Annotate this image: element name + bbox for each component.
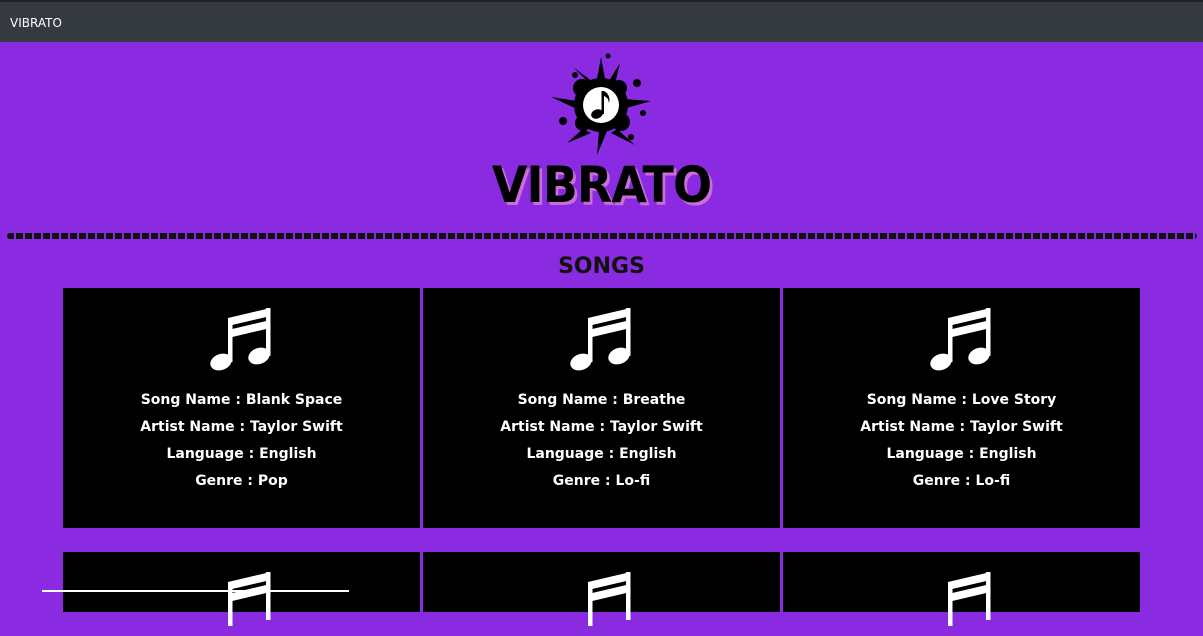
song-card[interactable] bbox=[423, 552, 780, 626]
brand-title: VIBRATO bbox=[491, 156, 712, 214]
song-genre: Genre : Pop bbox=[195, 473, 288, 489]
song-name: Song Name : Love Story bbox=[866, 392, 1057, 408]
song-name: Song Name : Breathe bbox=[517, 392, 686, 408]
song-details: Song Name : Love Story Artist Name : Tay… bbox=[783, 387, 1140, 495]
window-titlebar: VIBRATO bbox=[0, 0, 1203, 42]
song-language: Language : English bbox=[166, 446, 317, 462]
artist-name: Artist Name : Taylor Swift bbox=[140, 419, 343, 435]
song-card[interactable]: Song Name : Breathe Artist Name : Taylor… bbox=[423, 288, 780, 528]
music-note-icon bbox=[570, 308, 631, 371]
section-divider bbox=[7, 233, 1197, 239]
window-title: VIBRATO bbox=[10, 16, 62, 30]
music-note-icon bbox=[210, 308, 271, 371]
song-language: Language : English bbox=[886, 446, 1037, 462]
song-card[interactable] bbox=[63, 552, 420, 626]
music-splash-logo-icon bbox=[551, 53, 651, 155]
song-name: Song Name : Blank Space bbox=[140, 392, 343, 408]
song-language: Language : English bbox=[526, 446, 677, 462]
music-note-icon bbox=[948, 572, 991, 626]
song-genre: Genre : Lo-fi bbox=[552, 473, 651, 489]
music-note-icon bbox=[930, 308, 991, 371]
song-card[interactable]: Song Name : Love Story Artist Name : Tay… bbox=[783, 288, 1140, 528]
song-details: Song Name : Blank Space Artist Name : Ta… bbox=[63, 387, 420, 495]
music-note-icon bbox=[228, 572, 271, 626]
song-card[interactable]: Song Name : Blank Space Artist Name : Ta… bbox=[63, 288, 420, 528]
artist-name: Artist Name : Taylor Swift bbox=[860, 419, 1063, 435]
song-details: Song Name : Breathe Artist Name : Taylor… bbox=[423, 387, 780, 495]
song-card[interactable] bbox=[783, 552, 1140, 626]
section-title: SONGS bbox=[558, 254, 645, 279]
song-genre: Genre : Lo-fi bbox=[912, 473, 1011, 489]
artist-name: Artist Name : Taylor Swift bbox=[500, 419, 703, 435]
music-note-icon bbox=[588, 572, 631, 626]
